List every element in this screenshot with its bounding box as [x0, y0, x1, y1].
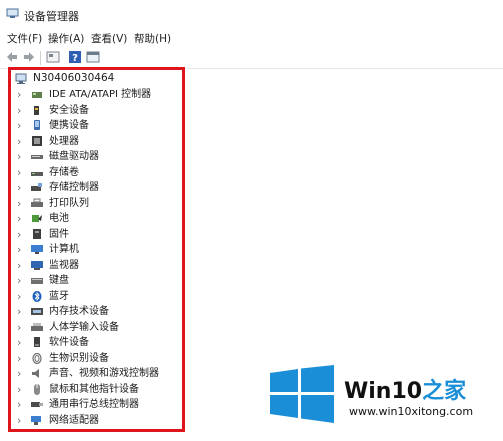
chevron-right-icon[interactable]: › — [17, 382, 27, 397]
chevron-right-icon[interactable]: › — [17, 134, 27, 149]
chevron-right-icon[interactable]: › — [17, 413, 27, 428]
properties-icon[interactable] — [46, 50, 60, 64]
menu-view[interactable]: 查看(V) — [91, 31, 127, 46]
tree-item-label: 网络适配器 — [49, 414, 99, 426]
bluetooth-icon — [32, 290, 42, 302]
chevron-right-icon[interactable]: › — [17, 149, 27, 164]
monitor-icon — [31, 260, 43, 270]
toolbar-separator — [40, 51, 41, 65]
tree-item-label: 便携设备 — [49, 120, 89, 131]
tree-item-label: 软件设备 — [49, 337, 89, 348]
storage-volume-icon — [31, 171, 43, 176]
chevron-right-icon[interactable]: › — [17, 165, 27, 180]
keyboard-icon — [31, 278, 43, 284]
chevron-right-icon[interactable]: › — [17, 289, 27, 304]
watermark-brand: Win10之家 — [344, 373, 466, 405]
watermark-url: www.win10xitong.com — [349, 405, 474, 418]
tree-item-label: 蓝牙 — [49, 290, 69, 302]
memory-device-icon — [31, 308, 43, 315]
chevron-right-icon[interactable]: › — [17, 211, 27, 226]
software-device-icon — [34, 337, 40, 347]
tree-item-label: 处理器 — [49, 135, 79, 147]
menu-bar: 文件(F) 操作(A) 查看(V) 帮助(H) — [0, 29, 503, 47]
tree-item-label: 内存技术设备 — [49, 306, 109, 317]
sound-icon — [32, 369, 39, 378]
tree-item-label: 存储卷 — [49, 166, 79, 178]
toolbar: ? — [0, 48, 503, 69]
hid-icon — [31, 322, 43, 331]
processor-icon — [32, 135, 42, 146]
security-device-icon — [34, 105, 39, 115]
forward-arrow-icon[interactable] — [22, 50, 36, 64]
storage-controller-icon — [31, 183, 42, 191]
battery-icon — [32, 215, 42, 222]
chevron-right-icon[interactable]: › — [17, 103, 27, 118]
tree-item-label: 打印队列 — [49, 197, 89, 209]
menu-help[interactable]: 帮助(H) — [134, 31, 171, 46]
tree-item-label: 通用串行总线控制器 — [49, 399, 139, 410]
console-icon[interactable] — [86, 50, 100, 64]
tree-item-label: 监视器 — [49, 259, 79, 271]
chevron-right-icon[interactable]: › — [17, 273, 27, 288]
chevron-right-icon[interactable]: › — [17, 335, 27, 350]
watermark-brand-accent: 之家 — [422, 379, 467, 404]
ide-controller-icon — [32, 92, 42, 98]
chevron-right-icon[interactable]: › — [17, 242, 27, 257]
tree-item-label: 固件 — [49, 228, 69, 240]
disk-drive-icon — [31, 155, 43, 159]
tree-item-label: 电池 — [49, 213, 69, 224]
window-title: 设备管理器 — [24, 10, 79, 23]
firmware-icon — [33, 228, 41, 239]
svg-text:?: ? — [72, 53, 78, 64]
chevron-right-icon[interactable]: › — [17, 351, 27, 366]
computer-root-icon — [15, 73, 27, 84]
tree-item-label: 人体学输入设备 — [49, 321, 119, 333]
chevron-right-icon[interactable]: › — [17, 320, 27, 335]
chevron-right-icon[interactable]: › — [17, 227, 27, 242]
tree-item-label: 计算机 — [49, 244, 79, 255]
tree-item-label: 鼠标和其他指针设备 — [49, 383, 139, 395]
tree-item-label: 磁盘驱动器 — [49, 151, 99, 162]
chevron-right-icon[interactable]: › — [17, 366, 27, 381]
biometric-icon — [32, 352, 42, 364]
device-manager-app-icon — [6, 8, 19, 18]
tree-item-label: 存储控制器 — [49, 182, 99, 193]
chevron-right-icon[interactable]: › — [17, 258, 27, 273]
usb-controller-icon — [31, 402, 43, 407]
computer-icon — [31, 245, 43, 254]
chevron-right-icon[interactable]: › — [17, 180, 27, 195]
tree-item-label: IDE ATA/ATAPI 控制器 — [49, 89, 152, 100]
tree-item-label: 生物识别设备 — [49, 352, 109, 364]
help-icon[interactable]: ? — [68, 50, 82, 64]
title-bar: 设备管理器 — [0, 0, 503, 28]
chevron-right-icon[interactable]: › — [17, 196, 27, 211]
printer-icon — [31, 198, 43, 207]
tree-item-label: 声音、视频和游戏控制器 — [49, 368, 159, 379]
chevron-right-icon[interactable]: › — [17, 87, 27, 102]
back-arrow-icon[interactable] — [5, 50, 19, 64]
chevron-right-icon[interactable]: › — [17, 304, 27, 319]
portable-device-icon — [34, 120, 40, 130]
tree-item-label: 安全设备 — [49, 104, 89, 116]
tree-item-label: 键盘 — [49, 275, 69, 286]
watermark-logo: Win10之家 www.win10xitong.com — [270, 365, 500, 435]
tree-root-label: N30406030464 — [33, 72, 115, 84]
mouse-icon — [34, 383, 40, 395]
network-adapter-icon — [31, 415, 41, 425]
menu-file[interactable]: 文件(F) — [7, 31, 42, 46]
chevron-right-icon[interactable]: › — [17, 397, 27, 412]
chevron-right-icon[interactable]: › — [17, 118, 27, 133]
watermark-brand-main: Win10 — [344, 379, 423, 404]
windows-logo-icon — [270, 365, 334, 423]
menu-action[interactable]: 操作(A) — [48, 31, 84, 46]
